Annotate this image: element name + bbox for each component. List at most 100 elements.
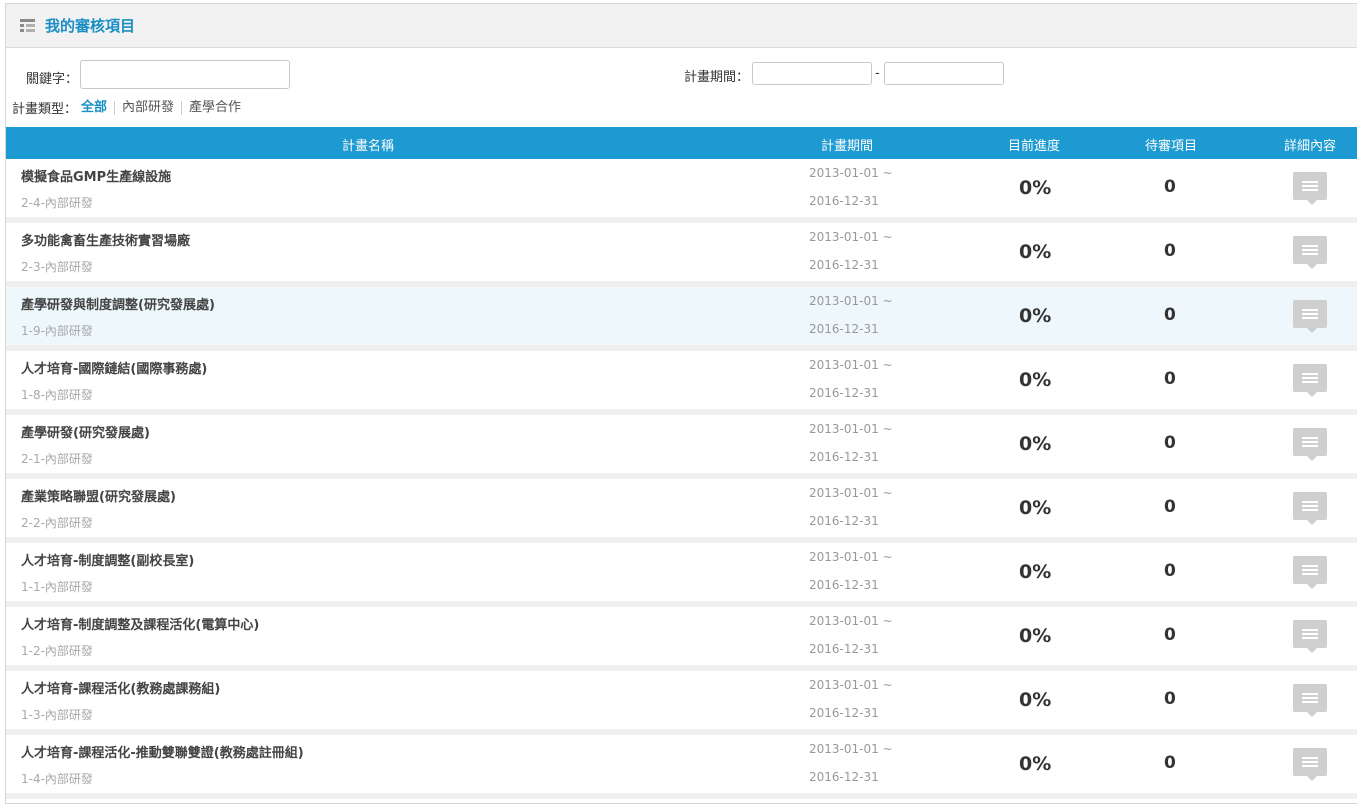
project-code: 1-2-內部研發 xyxy=(21,644,93,658)
period-end: 2016-12-31 xyxy=(809,770,879,784)
progress-value: 0% xyxy=(1019,369,1052,391)
period-start: 2013-01-01 ~ xyxy=(809,166,893,180)
column-header-pending: 待審項目 xyxy=(1145,139,1198,154)
pending-count: 0 xyxy=(1164,177,1176,197)
period-to-input[interactable] xyxy=(884,62,1004,85)
project-name: 產學研發與制度調整(研究發展處) xyxy=(21,298,215,313)
project-name: 人才培育-課程活化(教務處課務組) xyxy=(21,682,221,697)
progress-value: 0% xyxy=(1019,753,1052,775)
project-list: 模擬食品GMP生產線設施 2-4-內部研發 2013-01-01 ~ 2016-… xyxy=(6,159,1357,799)
progress-value: 0% xyxy=(1019,241,1052,263)
period-start: 2013-01-01 ~ xyxy=(809,678,893,692)
project-name: 人才培育-制度調整(副校長室) xyxy=(21,554,195,569)
pending-count: 0 xyxy=(1164,433,1176,453)
table-row: 人才培育-制度調整(副校長室) 1-1-內部研發 2013-01-01 ~ 20… xyxy=(6,543,1357,607)
project-code: 2-4-內部研發 xyxy=(21,196,93,210)
project-name: 人才培育-課程活化-推動雙聯雙證(教務處註冊組) xyxy=(21,746,304,761)
table-row: 人才培育-制度調整及課程活化(電算中心) 1-2-內部研發 2013-01-01… xyxy=(6,607,1357,671)
period-start: 2013-01-01 ~ xyxy=(809,294,893,308)
period-separator: - xyxy=(875,66,880,81)
progress-value: 0% xyxy=(1019,177,1052,199)
period-start: 2013-01-01 ~ xyxy=(809,486,893,500)
type-option-all[interactable]: 全部 xyxy=(79,100,114,115)
progress-value: 0% xyxy=(1019,433,1052,455)
type-filter: 計畫類型： 全部 內部研發 產學合作 xyxy=(12,98,248,117)
comment-icon[interactable] xyxy=(1293,556,1327,589)
project-code: 2-1-內部研發 xyxy=(21,452,93,466)
comment-icon[interactable] xyxy=(1293,428,1327,461)
project-code: 1-8-內部研發 xyxy=(21,388,93,402)
table-row: 產學研發與制度調整(研究發展處) 1-9-內部研發 2013-01-01 ~ 2… xyxy=(6,287,1357,351)
filter-area: 關鍵字： 計畫期間： - 計畫類型： 全部 內部研發 產學合作 xyxy=(6,48,1357,126)
project-name: 人才培育-制度調整及課程活化(電算中心) xyxy=(21,618,260,633)
type-label: 計畫類型： xyxy=(12,102,78,117)
progress-value: 0% xyxy=(1019,625,1052,647)
keyword-label: 關鍵字： xyxy=(26,72,79,87)
comment-icon[interactable] xyxy=(1293,748,1327,781)
progress-value: 0% xyxy=(1019,689,1052,711)
list-icon xyxy=(20,19,35,32)
period-end: 2016-12-31 xyxy=(809,642,879,656)
table-row: 人才培育-課程活化(教務處課務組) 1-3-內部研發 2013-01-01 ~ … xyxy=(6,671,1357,735)
table-row: 人才培育-國際鏈結(國際事務處) 1-8-內部研發 2013-01-01 ~ 2… xyxy=(6,351,1357,415)
table-row: 多功能禽畜生產技術實習場廠 2-3-內部研發 2013-01-01 ~ 2016… xyxy=(6,223,1357,287)
pending-count: 0 xyxy=(1164,241,1176,261)
table-row: 產業策略聯盟(研究發展處) 2-2-內部研發 2013-01-01 ~ 2016… xyxy=(6,479,1357,543)
comment-icon[interactable] xyxy=(1293,364,1327,397)
table-row: 人才培育-課程活化-推動雙聯雙證(教務處註冊組) 1-4-內部研發 2013-0… xyxy=(6,735,1357,799)
column-header-detail: 詳細內容 xyxy=(1284,139,1337,154)
comment-icon[interactable] xyxy=(1293,492,1327,525)
project-name: 人才培育-國際鏈結(國際事務處) xyxy=(21,362,208,377)
pending-count: 0 xyxy=(1164,369,1176,389)
period-start: 2013-01-01 ~ xyxy=(809,230,893,244)
project-code: 1-3-內部研發 xyxy=(21,708,93,722)
period-end: 2016-12-31 xyxy=(809,322,879,336)
pending-count: 0 xyxy=(1164,689,1176,709)
page-title: 我的審核項目 xyxy=(45,17,136,35)
period-start: 2013-01-01 ~ xyxy=(809,422,893,436)
period-start: 2013-01-01 ~ xyxy=(809,550,893,564)
project-code: 2-2-內部研發 xyxy=(21,516,93,530)
pending-count: 0 xyxy=(1164,305,1176,325)
period-from-input[interactable] xyxy=(752,62,872,85)
progress-value: 0% xyxy=(1019,561,1052,583)
panel-header: 我的審核項目 xyxy=(6,4,1357,48)
comment-icon[interactable] xyxy=(1293,684,1327,717)
project-name: 模擬食品GMP生產線設施 xyxy=(21,170,172,185)
period-label: 計畫期間： xyxy=(684,70,750,85)
period-end: 2016-12-31 xyxy=(809,386,879,400)
comment-icon[interactable] xyxy=(1293,620,1327,653)
pending-count: 0 xyxy=(1164,497,1176,517)
period-end: 2016-12-31 xyxy=(809,258,879,272)
project-name: 產業策略聯盟(研究發展處) xyxy=(21,490,176,505)
project-code: 1-4-內部研發 xyxy=(21,772,93,786)
column-header-progress: 目前進度 xyxy=(1008,139,1061,154)
period-start: 2013-01-01 ~ xyxy=(809,614,893,628)
project-code: 1-1-內部研發 xyxy=(21,580,93,594)
comment-icon[interactable] xyxy=(1293,300,1327,333)
pending-count: 0 xyxy=(1164,753,1176,773)
project-name: 多功能禽畜生產技術實習場廠 xyxy=(21,234,191,249)
comment-icon[interactable] xyxy=(1293,236,1327,269)
pending-count: 0 xyxy=(1164,561,1176,581)
project-code: 1-9-內部研發 xyxy=(21,324,93,338)
period-end: 2016-12-31 xyxy=(809,514,879,528)
period-end: 2016-12-31 xyxy=(809,706,879,720)
type-option-internal[interactable]: 內部研發 xyxy=(114,100,181,115)
period-end: 2016-12-31 xyxy=(809,194,879,208)
period-end: 2016-12-31 xyxy=(809,450,879,464)
table-row: 產學研發(研究發展處) 2-1-內部研發 2013-01-01 ~ 2016-1… xyxy=(6,415,1357,479)
project-code: 2-3-內部研發 xyxy=(21,260,93,274)
progress-value: 0% xyxy=(1019,305,1052,327)
keyword-input[interactable] xyxy=(80,60,290,89)
period-start: 2013-01-01 ~ xyxy=(809,742,893,756)
period-end: 2016-12-31 xyxy=(809,578,879,592)
review-panel: 我的審核項目 關鍵字： 計畫期間： - 計畫類型： 全部 內部研發 產學合作 計… xyxy=(5,3,1357,804)
column-header-name: 計畫名稱 xyxy=(342,139,395,154)
period-start: 2013-01-01 ~ xyxy=(809,358,893,372)
comment-icon[interactable] xyxy=(1293,172,1327,205)
table-row: 模擬食品GMP生產線設施 2-4-內部研發 2013-01-01 ~ 2016-… xyxy=(6,159,1357,223)
type-option-industry[interactable]: 產學合作 xyxy=(181,100,248,115)
table-header: 計畫名稱 計畫期間 目前進度 待審項目 詳細內容 xyxy=(6,127,1357,159)
column-header-period: 計畫期間 xyxy=(821,139,874,154)
